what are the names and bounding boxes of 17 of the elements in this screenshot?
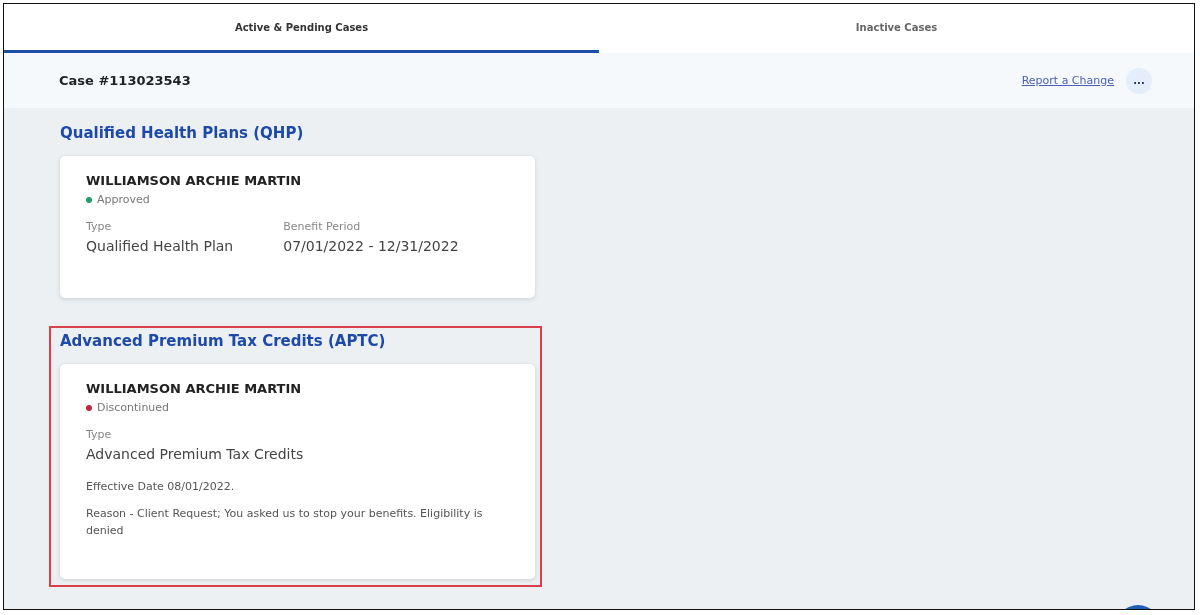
case-number: Case #113023543 xyxy=(59,73,191,88)
status-label: Approved xyxy=(97,193,150,206)
detail-text: Reason - Client Request; You asked us to stop your benefits. Eligibility is denied xyxy=(86,506,484,539)
field-value: 07/01/2022 - 12/31/2022 xyxy=(283,238,459,254)
status-label: Discontinued xyxy=(97,401,170,414)
field-value: Qualified Health Plan xyxy=(86,238,234,254)
section-title: Qualified Health Plans (QHP) xyxy=(60,124,305,142)
person-name: WILLIAMSON ARCHIE MARTIN xyxy=(86,381,303,396)
person-name: WILLIAMSON ARCHIE MARTIN xyxy=(86,173,303,188)
field-label: Type xyxy=(86,220,113,233)
field-value: Advanced Premium Tax Credits xyxy=(86,446,304,462)
more-button[interactable]: ... xyxy=(1126,67,1152,94)
detail-text: Effective Date 08/01/2022. xyxy=(86,479,236,495)
report-change-link[interactable]: Report a Change xyxy=(1021,74,1114,87)
section-title: Advanced Premium Tax Credits (APTC) xyxy=(60,332,387,350)
field-label: Benefit Period xyxy=(283,220,362,233)
field-label: Type xyxy=(86,428,113,441)
